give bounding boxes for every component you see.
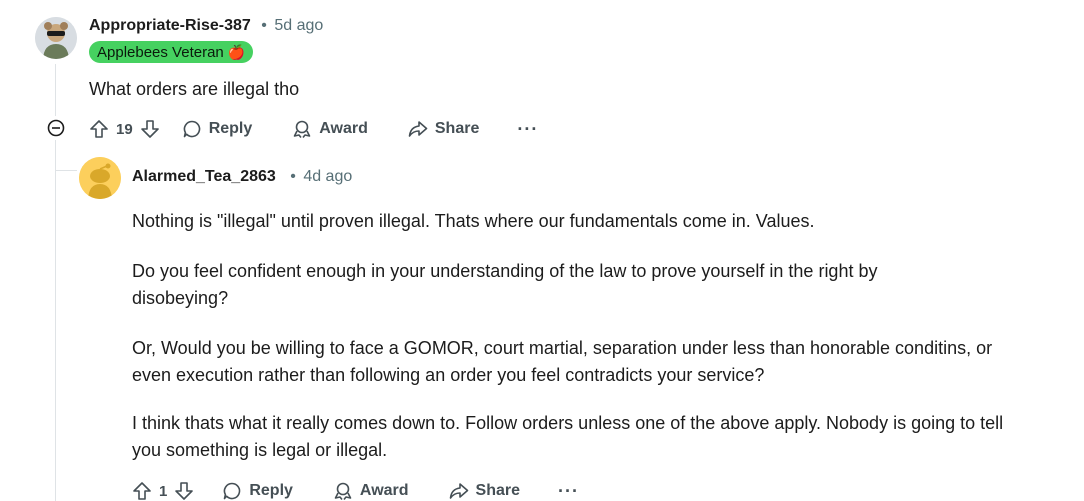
vote-group: 19 — [89, 119, 160, 139]
share-label: Share — [475, 482, 520, 499]
more-options-button[interactable]: ··· — [558, 481, 579, 501]
comment-icon — [224, 482, 241, 500]
comment-icon — [183, 120, 200, 138]
vote-count: 1 — [159, 482, 168, 500]
comment-header: Appropriate-Rise-387 • 5d ago — [89, 17, 323, 35]
reply-label: Reply — [249, 482, 293, 499]
downvote-icon[interactable] — [174, 481, 194, 501]
award-button[interactable]: Award — [333, 481, 409, 501]
share-button[interactable]: Share — [449, 481, 520, 501]
comment-thread: Appropriate-Rise-387 • 5d ago Applebees … — [0, 0, 1084, 501]
comment-paragraph: Do you feel confident enough in your und… — [132, 261, 878, 308]
thread-line[interactable] — [55, 140, 56, 501]
comment-paragraph: I think thats what it really comes down … — [132, 413, 1004, 460]
thread-connector — [55, 170, 77, 171]
award-button[interactable]: Award — [292, 119, 368, 139]
collapse-icon — [47, 119, 65, 137]
comment-actions: 1 Reply Award Share ··· — [132, 478, 579, 501]
comment-paragraph: Nothing is "illegal" until proven illega… — [132, 211, 815, 231]
user-flair: Applebees Veteran 🍎 — [89, 41, 254, 63]
flair-text: Applebees Veteran — [97, 43, 224, 61]
more-options-button[interactable]: ··· — [517, 119, 538, 140]
award-icon — [293, 120, 311, 138]
award-label: Award — [319, 120, 368, 137]
upvote-icon[interactable] — [89, 119, 109, 139]
comment-body: What orders are illegal tho — [89, 79, 300, 99]
vote-count: 19 — [116, 120, 133, 138]
separator: • — [290, 168, 296, 185]
comment-header: Alarmed_Tea_2863 • 4d ago — [132, 168, 352, 186]
downvote-icon[interactable] — [140, 119, 160, 139]
avatar[interactable] — [35, 17, 77, 59]
author-name[interactable]: Alarmed_Tea_2863 — [132, 168, 276, 185]
share-button[interactable]: Share — [408, 119, 479, 139]
upvote-icon[interactable] — [132, 481, 152, 501]
reply-label: Reply — [208, 120, 253, 137]
comment-actions: 19 Reply Award Share ··· — [89, 116, 538, 142]
avatar[interactable] — [79, 157, 121, 199]
vote-group: 1 — [132, 481, 194, 501]
apple-icon: 🍎 — [227, 43, 246, 60]
thread-line[interactable] — [55, 64, 56, 116]
timestamp[interactable]: 4d ago — [303, 168, 352, 185]
reply-button[interactable]: Reply — [182, 119, 253, 139]
collapse-button[interactable] — [47, 119, 65, 137]
timestamp[interactable]: 5d ago — [274, 17, 323, 34]
share-icon — [449, 483, 468, 499]
reply-button[interactable]: Reply — [222, 481, 293, 501]
separator: • — [261, 17, 267, 34]
share-label: Share — [434, 120, 480, 137]
award-icon — [334, 482, 352, 500]
award-label: Award — [359, 482, 409, 499]
comment-paragraph: Or, Would you be willing to face a GOMOR… — [132, 338, 993, 385]
author-name[interactable]: Appropriate-Rise-387 — [89, 17, 251, 34]
share-icon — [408, 121, 428, 137]
